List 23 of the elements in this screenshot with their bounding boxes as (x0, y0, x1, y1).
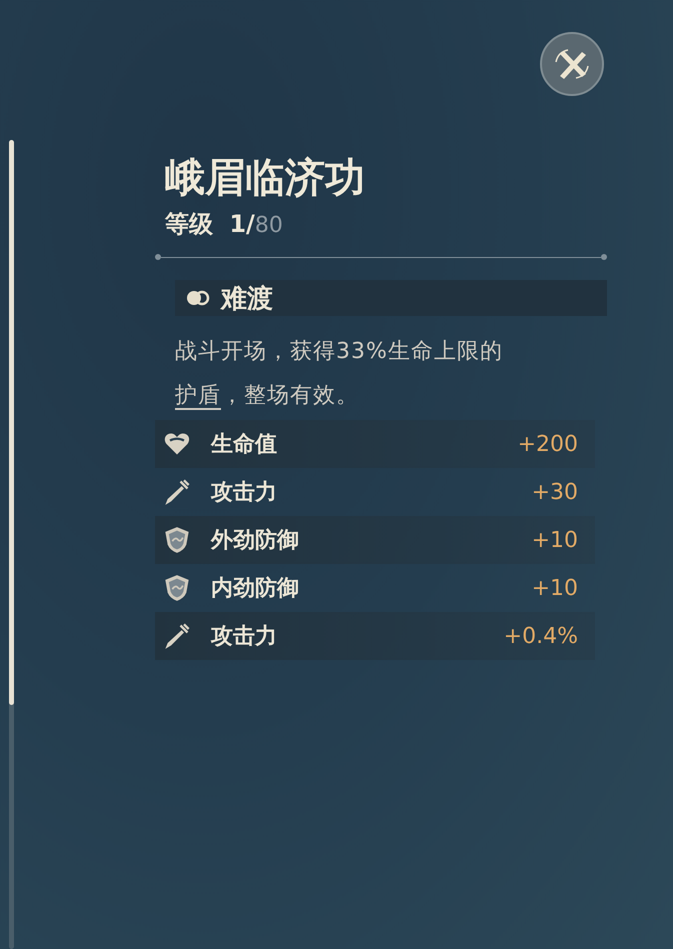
skill-title: 峨眉临济功 (164, 153, 366, 203)
shield-icon (163, 526, 191, 554)
level-label: 等级 (165, 210, 213, 238)
level-current: 1/ (229, 210, 255, 238)
sword-icon (163, 622, 191, 650)
level-max: 80 (254, 213, 283, 238)
stat-value: +10 (532, 576, 578, 600)
sword-icon (163, 478, 191, 506)
stat-value: +10 (532, 528, 578, 552)
skill-name: 难渡 (221, 282, 273, 316)
shield-icon (163, 574, 191, 602)
stat-name: 内劲防御 (211, 575, 300, 603)
stat-value: +200 (518, 432, 578, 456)
stat-name: 攻击力 (211, 623, 278, 651)
stat-name: 攻击力 (211, 479, 278, 507)
scrollbar-thumb[interactable] (9, 140, 14, 705)
stat-value: +0.4% (504, 624, 578, 648)
stat-name: 外劲防御 (211, 527, 300, 555)
stat-name: 生命值 (211, 431, 278, 459)
stat-value: +30 (532, 480, 578, 504)
skill-description: 战斗开场，获得33%生命上限的 护盾，整场有效。 (175, 338, 504, 410)
term-link[interactable]: 护盾 (175, 383, 221, 408)
toggle-icon (185, 290, 211, 306)
